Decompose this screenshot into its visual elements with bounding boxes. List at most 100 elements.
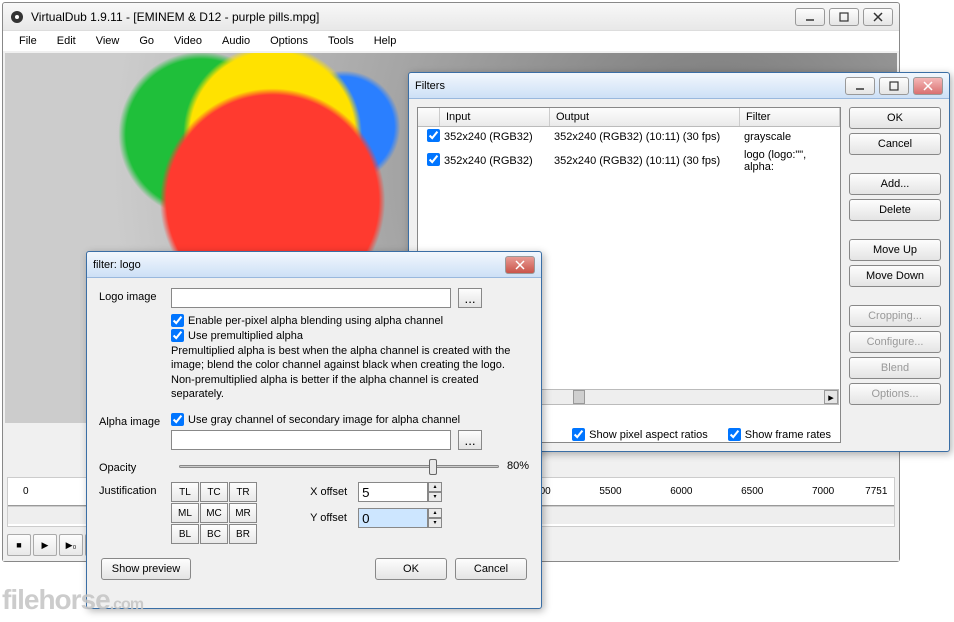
- filter-row-name: logo (logo:"", alpha:: [744, 149, 836, 173]
- just-mr-button[interactable]: MR: [229, 503, 257, 523]
- blend-button[interactable]: Blend: [849, 357, 941, 379]
- main-title: VirtualDub 1.9.11 - [EMINEM & D12 - purp…: [31, 10, 795, 24]
- menu-options[interactable]: Options: [262, 33, 316, 49]
- tick-label: 7751: [865, 486, 887, 497]
- x-offset-label: X offset: [310, 486, 358, 498]
- justification-grid: TL TC TR ML MC MR BL BC BR: [171, 482, 257, 544]
- filter-row[interactable]: 352x240 (RGB32) 352x240 (RGB32) (10:11) …: [418, 127, 840, 147]
- tick-label: 6000: [670, 486, 692, 497]
- tick-label: 7000: [812, 486, 834, 497]
- menubar: File Edit View Go Video Audio Options To…: [3, 31, 899, 51]
- tick-label: 5500: [599, 486, 621, 497]
- filter-row-name: grayscale: [744, 131, 836, 143]
- filters-minimize-button[interactable]: [845, 77, 875, 95]
- tick-label: 6500: [741, 486, 763, 497]
- delete-button[interactable]: Delete: [849, 199, 941, 221]
- filters-close-button[interactable]: [913, 77, 943, 95]
- close-button[interactable]: [863, 8, 893, 26]
- use-gray-channel-checkbox[interactable]: [171, 413, 184, 426]
- logo-filter-dialog: filter: logo Logo image ... Enable per-p…: [86, 251, 542, 609]
- filter-row-checkbox[interactable]: [427, 153, 440, 166]
- filter-row-output: 352x240 (RGB32) (10:11) (30 fps): [554, 131, 744, 143]
- options-button[interactable]: Options...: [849, 383, 941, 405]
- col-output[interactable]: Output: [550, 108, 740, 126]
- y-offset-up-button[interactable]: ▴: [428, 508, 442, 518]
- just-tr-button[interactable]: TR: [229, 482, 257, 502]
- move-down-button[interactable]: Move Down: [849, 265, 941, 287]
- logo-close-button[interactable]: [505, 256, 535, 274]
- x-offset-down-button[interactable]: ▾: [428, 492, 442, 502]
- scroll-thumb[interactable]: [573, 390, 585, 404]
- filters-button-column: OK Cancel Add... Delete Move Up Move Dow…: [849, 107, 941, 443]
- logo-image-input[interactable]: [171, 288, 451, 308]
- stop-button[interactable]: ■: [7, 534, 31, 556]
- logo-title: filter: logo: [93, 259, 505, 271]
- just-br-button[interactable]: BR: [229, 524, 257, 544]
- alpha-image-input[interactable]: [171, 430, 451, 450]
- filter-row[interactable]: 352x240 (RGB32) 352x240 (RGB32) (10:11) …: [418, 147, 840, 175]
- add-button[interactable]: Add...: [849, 173, 941, 195]
- logo-image-browse-button[interactable]: ...: [458, 288, 482, 308]
- filter-row-checkbox[interactable]: [427, 129, 440, 142]
- filter-row-output: 352x240 (RGB32) (10:11) (30 fps): [554, 155, 744, 167]
- filters-title: Filters: [415, 80, 845, 92]
- premultiplied-alpha-checkbox[interactable]: [171, 329, 184, 342]
- just-bc-button[interactable]: BC: [200, 524, 228, 544]
- opacity-value: 80%: [507, 460, 529, 472]
- show-pixel-aspect-checkbox[interactable]: Show pixel aspect ratios: [572, 428, 708, 441]
- move-up-button[interactable]: Move Up: [849, 239, 941, 261]
- logo-titlebar[interactable]: filter: logo: [87, 252, 541, 278]
- premult-description: Premultiplied alpha is best when the alp…: [171, 344, 529, 401]
- show-frame-rates-checkbox[interactable]: Show frame rates: [728, 428, 831, 441]
- watermark: filehorse.com: [2, 584, 143, 616]
- enable-alpha-checkbox[interactable]: [171, 314, 184, 327]
- menu-file[interactable]: File: [11, 33, 45, 49]
- col-filter[interactable]: Filter: [740, 108, 840, 126]
- justification-label: Justification: [99, 482, 171, 497]
- y-offset-down-button[interactable]: ▾: [428, 518, 442, 528]
- minimize-button[interactable]: [795, 8, 825, 26]
- menu-edit[interactable]: Edit: [49, 33, 84, 49]
- menu-go[interactable]: Go: [131, 33, 162, 49]
- y-offset-input[interactable]: [358, 508, 428, 528]
- filter-row-input: 352x240 (RGB32): [444, 131, 554, 143]
- x-offset-input[interactable]: [358, 482, 428, 502]
- y-offset-label: Y offset: [310, 512, 358, 524]
- logo-ok-button[interactable]: OK: [375, 558, 447, 580]
- ok-button[interactable]: OK: [849, 107, 941, 129]
- logo-image-label: Logo image: [99, 288, 171, 303]
- just-ml-button[interactable]: ML: [171, 503, 199, 523]
- play-input-button[interactable]: ▶: [33, 534, 57, 556]
- show-preview-button[interactable]: Show preview: [101, 558, 191, 580]
- opacity-label: Opacity: [99, 459, 171, 474]
- x-offset-up-button[interactable]: ▴: [428, 482, 442, 492]
- main-titlebar[interactable]: VirtualDub 1.9.11 - [EMINEM & D12 - purp…: [3, 3, 899, 31]
- menu-view[interactable]: View: [88, 33, 128, 49]
- play-output-button[interactable]: ▶₀: [59, 534, 83, 556]
- maximize-button[interactable]: [829, 8, 859, 26]
- just-tc-button[interactable]: TC: [200, 482, 228, 502]
- tick-label: 0: [23, 486, 29, 497]
- col-input[interactable]: Input: [440, 108, 550, 126]
- filter-list-header: Input Output Filter: [418, 108, 840, 127]
- filters-maximize-button[interactable]: [879, 77, 909, 95]
- cancel-button[interactable]: Cancel: [849, 133, 941, 155]
- col-check[interactable]: [418, 108, 440, 126]
- just-bl-button[interactable]: BL: [171, 524, 199, 544]
- alpha-image-browse-button[interactable]: ...: [458, 430, 482, 450]
- filters-titlebar[interactable]: Filters: [409, 73, 949, 99]
- opacity-slider-thumb[interactable]: [429, 459, 437, 475]
- opacity-slider[interactable]: [179, 456, 499, 476]
- logo-cancel-button[interactable]: Cancel: [455, 558, 527, 580]
- menu-help[interactable]: Help: [366, 33, 405, 49]
- menu-video[interactable]: Video: [166, 33, 210, 49]
- filter-row-input: 352x240 (RGB32): [444, 155, 554, 167]
- configure-button[interactable]: Configure...: [849, 331, 941, 353]
- menu-audio[interactable]: Audio: [214, 33, 258, 49]
- scroll-right-icon[interactable]: ▸: [824, 390, 838, 404]
- menu-tools[interactable]: Tools: [320, 33, 362, 49]
- just-mc-button[interactable]: MC: [200, 503, 228, 523]
- cropping-button[interactable]: Cropping...: [849, 305, 941, 327]
- just-tl-button[interactable]: TL: [171, 482, 199, 502]
- app-icon: [9, 9, 25, 25]
